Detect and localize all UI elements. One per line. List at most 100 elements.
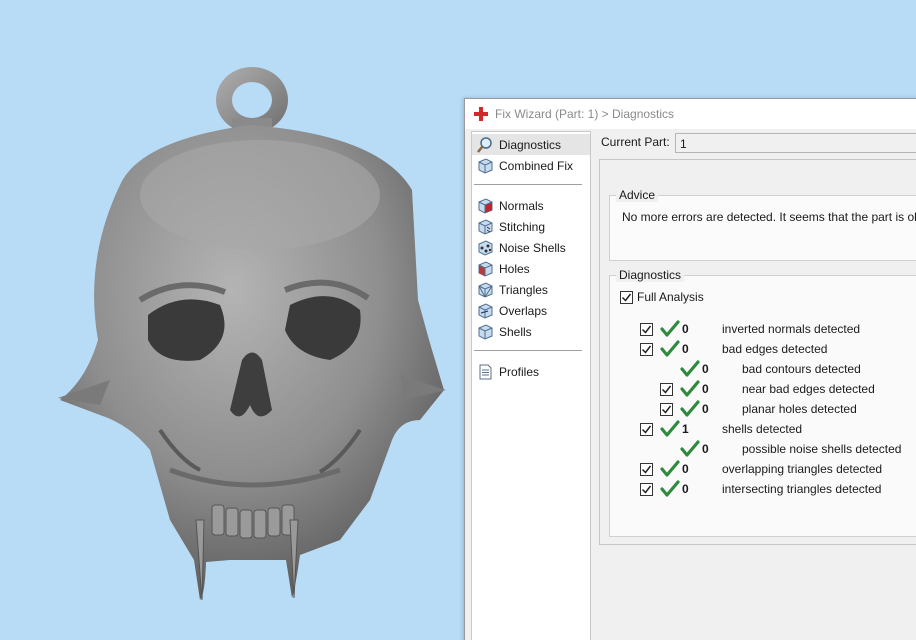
checkbox-slot	[660, 402, 680, 416]
normals-cube-icon	[478, 197, 493, 214]
document-icon	[479, 364, 492, 379]
overlaps-cube-icon	[478, 302, 493, 319]
holes-cube-icon	[478, 260, 493, 277]
advice-group: Advice No more errors are detected. It s…	[609, 188, 916, 261]
checkmark-icon	[641, 485, 652, 494]
checkbox-slot	[660, 382, 680, 396]
diagnostic-label: shells detected	[722, 422, 803, 436]
checkbox-slot	[640, 462, 660, 476]
sidebar-item-diagnostics[interactable]: Diagnostics	[472, 134, 590, 155]
cube-icon	[478, 157, 493, 174]
diagnostic-label: possible noise shells detected	[742, 442, 902, 456]
green-check-icon	[680, 400, 700, 417]
checkmark-icon	[641, 325, 652, 334]
checkbox-slot	[640, 342, 660, 356]
sidebar-item-label: Combined Fix	[499, 158, 574, 173]
green-check-icon	[660, 420, 680, 437]
diagnostic-row: 0 bad edges detected	[640, 339, 827, 359]
diagnostic-row: 0 inverted normals detected	[640, 319, 860, 339]
diagnostic-checkbox[interactable]	[660, 382, 673, 396]
diagnostics-group-title: Diagnostics	[616, 268, 685, 282]
sidebar-item-label: Stitching	[499, 219, 546, 234]
magnifier-icon	[477, 136, 492, 153]
diagnostic-count: 0	[682, 322, 689, 336]
diagnostic-checkbox[interactable]	[640, 342, 653, 356]
diagnostic-count: 1	[682, 422, 689, 436]
checkmark-icon	[641, 345, 652, 354]
sidebar-item-overlaps[interactable]: Overlaps	[472, 300, 590, 321]
sidebar-item-label: Overlaps	[499, 303, 548, 318]
fix-wizard-sidebar: Diagnostics Combined Fix Normals Stitchi…	[471, 131, 591, 640]
diagnostic-checkbox[interactable]	[640, 482, 653, 496]
full-analysis-option[interactable]: Full Analysis	[620, 290, 704, 304]
sidebar-item-normals[interactable]: Normals	[472, 195, 590, 216]
diagnostic-label: overlapping triangles detected	[722, 462, 883, 476]
fix-wizard-dialog: Fix Wizard (Part: 1) > Diagnostics Diagn…	[464, 98, 916, 640]
diagnostic-row: 0 overlapping triangles detected	[640, 459, 882, 479]
dialog-titlebar[interactable]: Fix Wizard (Part: 1) > Diagnostics	[465, 99, 916, 129]
checkmark-icon	[661, 385, 672, 394]
dialog-title: Fix Wizard (Part: 1) > Diagnostics	[495, 107, 675, 121]
diagnostic-checkbox[interactable]	[640, 422, 653, 436]
diagnostic-count: 0	[702, 402, 709, 416]
diagnostic-count: 0	[702, 382, 709, 396]
sidebar-item-shells[interactable]: Shells	[472, 321, 590, 342]
diagnostic-label: inverted normals detected	[722, 322, 861, 336]
diagnostic-row: 1 shells detected	[640, 419, 802, 439]
diagnostic-count: 0	[682, 342, 689, 356]
checkmark-icon	[621, 293, 632, 302]
sidebar-item-label: Profiles	[499, 364, 540, 379]
diagnostics-group: Diagnostics Full Analysis 0 inverted norm…	[609, 268, 916, 537]
diagnostic-label: bad edges detected	[722, 342, 828, 356]
diagnostic-label: bad contours detected	[742, 362, 861, 376]
green-check-icon	[660, 460, 680, 477]
sidebar-item-noise-shells[interactable]: Noise Shells	[472, 237, 590, 258]
diagnostic-row: 0 planar holes detected	[660, 399, 857, 419]
checkbox-slot	[640, 482, 660, 496]
sidebar-item-label: Diagnostics	[499, 137, 562, 152]
sidebar-divider	[474, 184, 582, 185]
diagnostic-row: 0 intersecting triangles detected	[640, 479, 881, 499]
sidebar-item-stitching[interactable]: Stitching	[472, 216, 590, 237]
sidebar-item-holes[interactable]: Holes	[472, 258, 590, 279]
diagnostic-count: 0	[702, 442, 709, 456]
current-part-label: Current Part:	[601, 135, 670, 149]
green-check-icon	[680, 380, 700, 397]
advice-text: No more errors are detected. It seems th…	[622, 210, 916, 224]
current-part-field[interactable]: 1	[675, 133, 916, 153]
checkbox-slot	[640, 322, 660, 336]
sidebar-item-label: Holes	[499, 261, 530, 276]
diagnostics-panel: Current Part: 1 Advice No more errors ar…	[599, 131, 916, 640]
checkbox-slot	[640, 422, 660, 436]
sidebar-item-profiles[interactable]: Profiles	[472, 361, 590, 382]
sidebar-item-label: Normals	[499, 198, 544, 213]
diagnostic-label: intersecting triangles detected	[722, 482, 882, 496]
sidebar-item-triangles[interactable]: Triangles	[472, 279, 590, 300]
sidebar-item-label: Shells	[499, 324, 532, 339]
shells-cube-icon	[478, 323, 493, 340]
diagnostic-count: 0	[682, 482, 689, 496]
triangles-cube-icon	[478, 281, 493, 298]
current-part-row: Current Part:	[601, 131, 677, 153]
green-check-icon	[660, 320, 680, 337]
sidebar-item-combined-fix[interactable]: Combined Fix	[472, 155, 590, 176]
diagnostic-count: 0	[682, 462, 689, 476]
checkmark-icon	[661, 405, 672, 414]
sidebar-item-label: Noise Shells	[499, 240, 566, 255]
advice-title: Advice	[616, 188, 659, 202]
red-cross-icon	[474, 107, 488, 121]
checkmark-icon	[641, 465, 652, 474]
diagnostic-checkbox[interactable]	[640, 462, 653, 476]
diagnostic-count: 0	[702, 362, 709, 376]
stitching-cube-icon	[478, 218, 493, 235]
noise-shells-icon	[478, 239, 493, 256]
green-check-icon	[680, 360, 700, 377]
diagnostic-checkbox[interactable]	[640, 322, 653, 336]
diagnostic-row: 0 near bad edges detected	[660, 379, 875, 399]
full-analysis-checkbox[interactable]	[620, 290, 633, 304]
green-check-icon	[660, 340, 680, 357]
diagnostic-row: 0 bad contours detected	[660, 359, 861, 379]
sidebar-item-label: Triangles	[499, 282, 548, 297]
full-analysis-label: Full Analysis	[637, 290, 704, 304]
diagnostic-checkbox[interactable]	[660, 402, 673, 416]
